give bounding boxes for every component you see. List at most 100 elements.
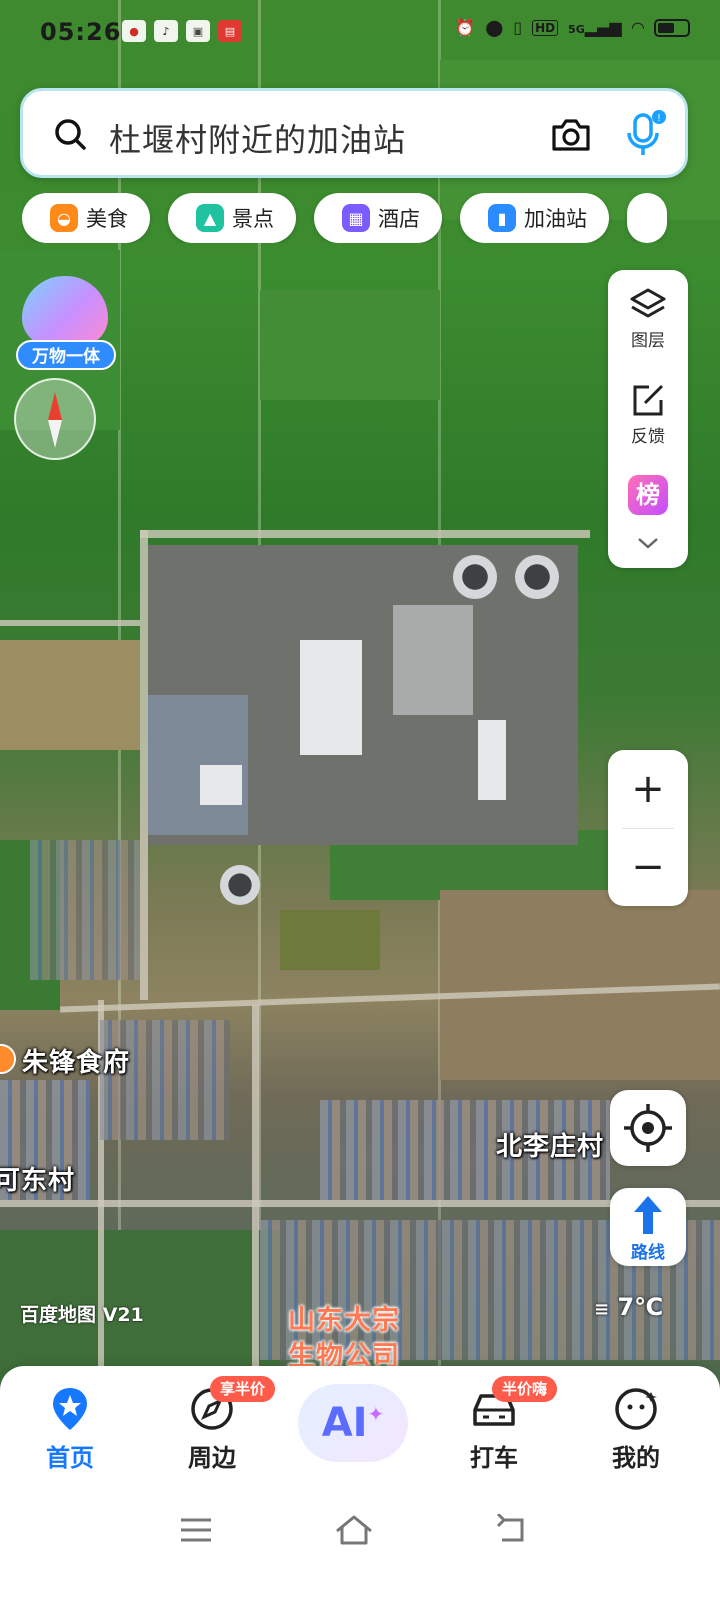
news-app-icon: ▤ [218,20,242,42]
map-cooling-tower [220,865,260,905]
chip-scenery[interactable]: ▲ 景点 [168,193,296,243]
map-building [393,605,473,715]
notification-icons: ● ♪ ▣ ▤ [122,20,242,42]
layers-label: 图层 [631,331,665,351]
smiley-profile-icon [615,1388,657,1430]
map-industrial-area [148,545,578,905]
home-pin-icon [53,1388,87,1430]
food-icon: ◒ [50,204,78,232]
expand-tools-button[interactable] [608,536,688,554]
map-field [280,910,380,970]
signal-icon: 5G▂▄▆ [568,18,622,37]
search-input[interactable]: 杜堰村附近的加油站 [109,115,406,161]
feedback-button[interactable]: 反馈 [608,382,688,447]
haze-icon: ≡ [594,1299,610,1320]
weather-indicator[interactable]: ≡ 7℃ [594,1293,663,1321]
alarm-icon: ⏰ [455,18,476,37]
ai-label: AI [321,1400,368,1446]
category-chips: ◒ 美食 ▲ 景点 ▦ 酒店 ▮ 加油站 [22,193,720,243]
gas-station-icon: ▮ [488,204,516,232]
company-label-line1[interactable]: 山东大宗 [288,1298,400,1337]
search-icon [55,119,86,150]
chip-label: 美食 [86,207,128,231]
target-icon [624,1104,672,1152]
map-road [140,530,148,1000]
map-road [252,1005,259,1400]
village-label-east[interactable]: 北李庄村 [496,1126,604,1163]
scenery-icon: ▲ [196,204,224,232]
temperature-label: 7℃ [617,1293,664,1321]
layers-icon [630,288,666,318]
svg-text:!: ! [657,113,661,124]
layers-button[interactable]: 图层 [608,286,688,351]
map-field [260,290,440,400]
map-cooling-tower [453,555,497,599]
feedback-label: 反馈 [631,427,665,447]
microphone-icon[interactable]: ! [623,109,667,159]
recent-apps-button[interactable] [166,1500,226,1560]
map-road [0,620,140,626]
back-button[interactable] [482,1500,542,1560]
map-tools-panel: 图层 反馈 榜 [608,270,688,568]
back-icon [496,1514,524,1542]
map-village [100,1020,230,1140]
tab-home[interactable]: 首页 [20,1386,120,1473]
zoom-out-button[interactable]: − [608,828,688,906]
map-village [30,840,140,980]
chevron-down-icon [638,538,658,549]
vibrate-icon: ▯ [513,18,523,37]
chip-gas-station[interactable]: ▮ 加油站 [460,193,609,243]
village-label-west[interactable]: 可东村 [0,1160,75,1197]
compass-icon [48,392,62,448]
tab-label: 周边 [188,1444,236,1472]
home-button[interactable] [324,1500,384,1560]
chip-more[interactable] [627,193,667,243]
camera-icon[interactable] [548,115,592,155]
menu-icon [181,1518,211,1542]
map-road [140,530,590,538]
map-building [478,720,506,800]
chip-label: 景点 [232,207,274,231]
tab-label: 首页 [46,1444,94,1472]
promo-badge[interactable]: 万物一体 [16,276,116,372]
route-button[interactable]: 路线 [610,1188,686,1266]
zoom-controls: + − [608,750,688,906]
locate-me-button[interactable] [610,1090,686,1166]
ai-assistant-button[interactable]: AI ✦ [298,1384,408,1462]
map-building [300,640,362,755]
wifi-icon: ◠ [631,18,644,37]
search-bar[interactable]: 杜堰村附近的加油站 ! [20,88,688,178]
map-field [0,640,140,750]
hd-icon: HD [532,19,559,36]
promo-label: 万物一体 [16,340,116,370]
map-cooling-tower [515,555,559,599]
map-building [200,765,242,805]
tab-profile[interactable]: 我的 [586,1386,686,1473]
sparkle-icon: ✦ [367,1402,385,1426]
poi-restaurant-label[interactable]: 朱锋食府 [22,1042,130,1079]
chip-food[interactable]: ◒ 美食 [22,193,150,243]
tab-label: 我的 [612,1444,660,1472]
chip-hotel[interactable]: ▦ 酒店 [314,193,442,243]
feedback-icon [633,384,664,416]
battery-icon [654,18,690,37]
tiktok-icon: ♪ [154,20,178,42]
ranking-icon: 榜 [628,475,668,515]
route-arrow-icon [634,1196,662,1234]
chip-label: 加油站 [524,207,587,231]
route-label: 路线 [631,1243,665,1263]
app-notification-icon: ▣ [186,20,210,42]
app-notification-icon: ● [122,20,146,42]
status-time: 05:26 [40,18,122,46]
location-icon: ⬤ [485,18,504,37]
status-bar: 05:26 ● ♪ ▣ ▤ ⏰ ⬤ ▯ HD 5G▂▄▆ ◠ [0,0,720,66]
zoom-in-button[interactable]: + [608,750,688,828]
compass-button[interactable] [14,378,96,460]
promo-illustration [22,276,108,346]
tab-label: 打车 [470,1444,518,1472]
hotel-icon: ▦ [342,204,370,232]
ranking-button[interactable]: 榜 [608,475,688,515]
map-watermark: 百度地图 V21 [20,1304,144,1326]
status-indicators: ⏰ ⬤ ▯ HD 5G▂▄▆ ◠ [455,18,690,37]
home-icon [336,1515,372,1545]
